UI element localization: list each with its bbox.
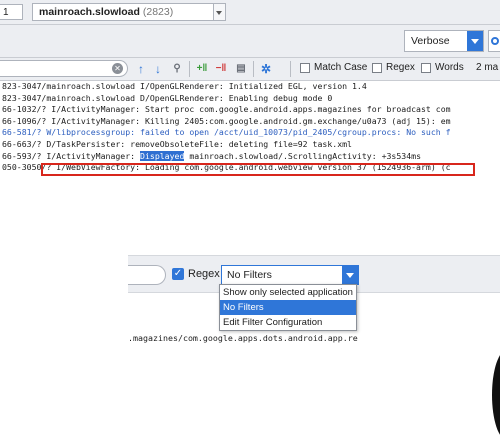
match-count: 2 ma [476,62,499,73]
filter-settings-icon[interactable]: ✲ [259,61,273,77]
toolbar-divider [290,61,291,77]
arrow-down-icon[interactable]: ↓ [152,61,164,77]
log-line: 66-581/? W/libprocessgroup: failed to op… [2,127,451,138]
arrow-up-icon[interactable]: ↑ [135,61,147,77]
match-case-checkbox[interactable] [300,63,310,73]
inset-search-input[interactable] [128,265,166,285]
search-toolbar: ✕ ↑ ↓ ⚲ +ǁ −ǁ ▤ ✲ Match Case Regex Words… [0,58,500,81]
log-line: 66-663/? D/TaskPersister: removeObsolete… [2,138,352,149]
words-checkbox[interactable] [421,63,431,73]
log-line-prefix: 66-593/? I/ActivityManager: [2,150,141,161]
regex-checkbox-checked[interactable]: ✓ [172,268,184,280]
log-line: 050-3050/? I/WebViewFactory: Loading com… [2,162,451,173]
words-label: Words [435,62,464,73]
settings-icon[interactable] [488,30,500,52]
process-pid: (2823) [142,6,174,18]
process-name: mainroach.slowload [39,6,140,18]
inset-log-fragment: .magazines/com.google.apps.dots.android.… [128,333,358,343]
filter-select-value: No Filters [227,269,272,281]
log-line: 66-1096/? I/ActivityManager: Killing 240… [2,115,451,126]
remove-occurrence-icon[interactable]: −ǁ [214,61,228,77]
add-next-occurrence-icon[interactable]: +ǁ [195,61,209,77]
log-line-suffix: mainroach.slowload/.ScrollingActivity: +… [184,150,422,161]
select-all-occurrences-icon[interactable]: ▤ [234,61,248,77]
toolbar-divider [253,61,254,77]
zoomed-filter-inset: ✓ Regex No Filters Show only selected ap… [128,255,500,425]
toolbar-divider [189,61,190,77]
log-level-select[interactable]: Verbose [404,30,484,52]
filter-select[interactable]: No Filters [221,265,359,285]
logcat-output[interactable]: 823-3047/mainroach.slowload I/OpenGLRend… [0,81,500,211]
log-line-highlighted: 66-593/? I/ActivityManager: Displayed ma… [0,150,500,163]
inset-regex-label: Regex [188,268,220,280]
match-case-label: Match Case [314,62,368,73]
log-line: 823-3047/mainroach.slowload I/OpenGLRend… [2,81,367,91]
chevron-down-icon[interactable] [467,31,483,51]
filter-dropdown-menu: Show only selected application No Filter… [219,284,357,331]
clear-search-icon[interactable]: ✕ [112,63,123,74]
chevron-down-icon[interactable] [342,266,358,284]
log-level-value: Verbose [411,35,450,47]
device-selector[interactable]: 1 [0,4,23,20]
log-level-row: Verbose [0,25,500,58]
regex-label: Regex [386,62,415,73]
regex-checkbox[interactable] [372,63,382,73]
log-line: 823-3047/mainroach.slowload D/OpenGLRend… [2,92,333,103]
process-dropdown-arrow-icon[interactable] [214,3,226,21]
log-line: 66-1032/? I/ActivityManager: Start proc … [2,104,451,115]
menu-item-show-selected-app[interactable]: Show only selected application [220,285,356,300]
menu-item-no-filters[interactable]: No Filters [220,300,356,315]
menu-item-edit-filter-config[interactable]: Edit Filter Configuration [220,315,356,330]
search-input[interactable] [0,60,128,77]
process-selector[interactable]: mainroach.slowload (2823) [32,3,214,21]
find-usages-icon[interactable]: ⚲ [170,61,184,77]
selected-word: Displayed [140,150,185,161]
process-bar: 1 mainroach.slowload (2823) [0,0,500,25]
